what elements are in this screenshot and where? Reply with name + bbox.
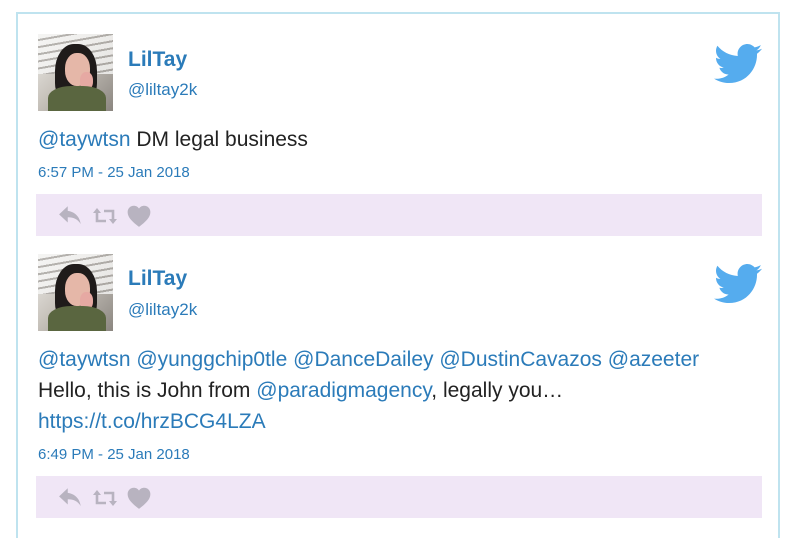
display-name[interactable]: LilTay bbox=[128, 267, 187, 291]
tweet-text-run: DM legal business bbox=[130, 128, 308, 151]
mention-link[interactable]: @taywtsn bbox=[38, 348, 131, 371]
tweet-embed-frame: LilTay @liltay2k @taywtsn DM legal busin… bbox=[16, 12, 780, 538]
mention-link[interactable]: @paradigmagency bbox=[256, 379, 431, 402]
user-handle[interactable]: @liltay2k bbox=[128, 80, 197, 100]
tweet-text-run: , legally you… bbox=[431, 379, 564, 402]
tweet-text-run: Hello, this is John from bbox=[38, 379, 257, 402]
retweet-icon[interactable] bbox=[92, 204, 118, 228]
like-icon[interactable] bbox=[126, 486, 152, 510]
display-name[interactable]: LilTay bbox=[128, 48, 187, 72]
user-handle[interactable]: @liltay2k bbox=[128, 300, 197, 320]
mention-link[interactable]: @azeeter bbox=[608, 348, 699, 371]
tweet-text: @taywtsn DM legal business bbox=[38, 124, 758, 155]
mention-link[interactable]: @yunggchip0tle bbox=[136, 348, 287, 371]
tweet-text: @taywtsn @yunggchip0tle @DanceDailey @Du… bbox=[38, 344, 758, 437]
mention-link[interactable]: @DanceDailey bbox=[293, 348, 433, 371]
avatar[interactable] bbox=[38, 254, 113, 331]
twitter-bird-icon[interactable] bbox=[714, 264, 762, 304]
reply-icon[interactable] bbox=[58, 204, 84, 228]
mention-link[interactable]: @taywtsn bbox=[38, 128, 131, 151]
avatar[interactable] bbox=[38, 34, 113, 111]
tweet-url-link[interactable]: https://t.co/hrzBCG4LZA bbox=[38, 410, 266, 433]
tweet-actions-bar bbox=[36, 194, 762, 236]
like-icon[interactable] bbox=[126, 204, 152, 228]
mention-link[interactable]: @DustinCavazos bbox=[439, 348, 602, 371]
tweet-actions-bar bbox=[36, 476, 762, 518]
reply-icon[interactable] bbox=[58, 486, 84, 510]
tweet-timestamp[interactable]: 6:49 PM - 25 Jan 2018 bbox=[38, 446, 190, 463]
retweet-icon[interactable] bbox=[92, 486, 118, 510]
twitter-bird-icon[interactable] bbox=[714, 44, 762, 84]
tweet-timestamp[interactable]: 6:57 PM - 25 Jan 2018 bbox=[38, 164, 190, 181]
